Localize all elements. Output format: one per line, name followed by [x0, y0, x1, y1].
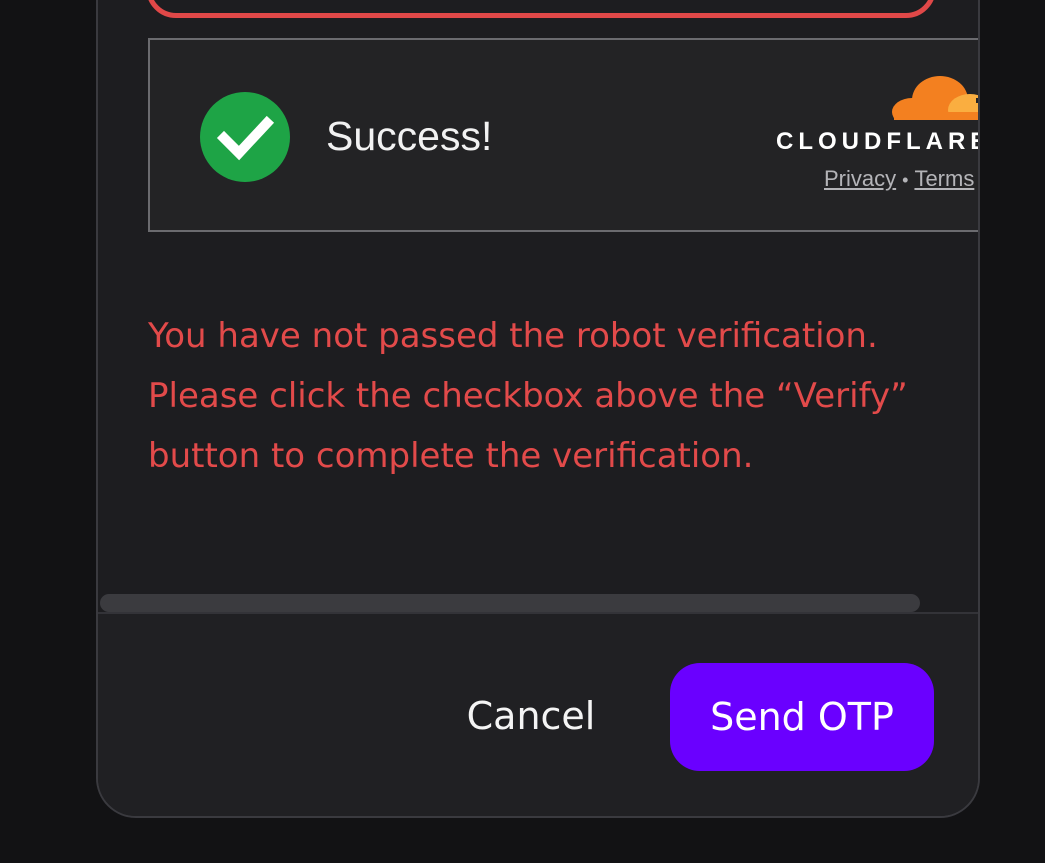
- cloudflare-wordmark: CLOUDFLARE: [776, 128, 980, 155]
- horizontal-scrollbar[interactable]: [100, 594, 920, 612]
- terms-link[interactable]: Terms: [914, 166, 974, 191]
- verification-modal: Success! CLOUDFLARE Privacy • Terms You ha…: [96, 0, 980, 818]
- cloudflare-logo: CLOUDFLARE: [776, 74, 980, 158]
- modal-footer: Cancel Send OTP: [98, 612, 978, 816]
- robot-verification-error: You have not passed the robot verificati…: [148, 316, 908, 476]
- cancel-button[interactable]: Cancel: [442, 662, 620, 770]
- input-field-error-outline[interactable]: [146, 0, 936, 18]
- privacy-link[interactable]: Privacy: [824, 166, 896, 191]
- cloudflare-turnstile-widget: Success! CLOUDFLARE Privacy • Terms: [148, 38, 980, 232]
- link-separator: •: [902, 170, 909, 190]
- success-check-icon: [200, 92, 290, 182]
- cloudflare-cloud-icon: [890, 76, 978, 126]
- send-otp-button[interactable]: Send OTP: [670, 663, 934, 771]
- cloudflare-links: Privacy • Terms: [824, 166, 974, 192]
- turnstile-status-text: Success!: [326, 113, 493, 159]
